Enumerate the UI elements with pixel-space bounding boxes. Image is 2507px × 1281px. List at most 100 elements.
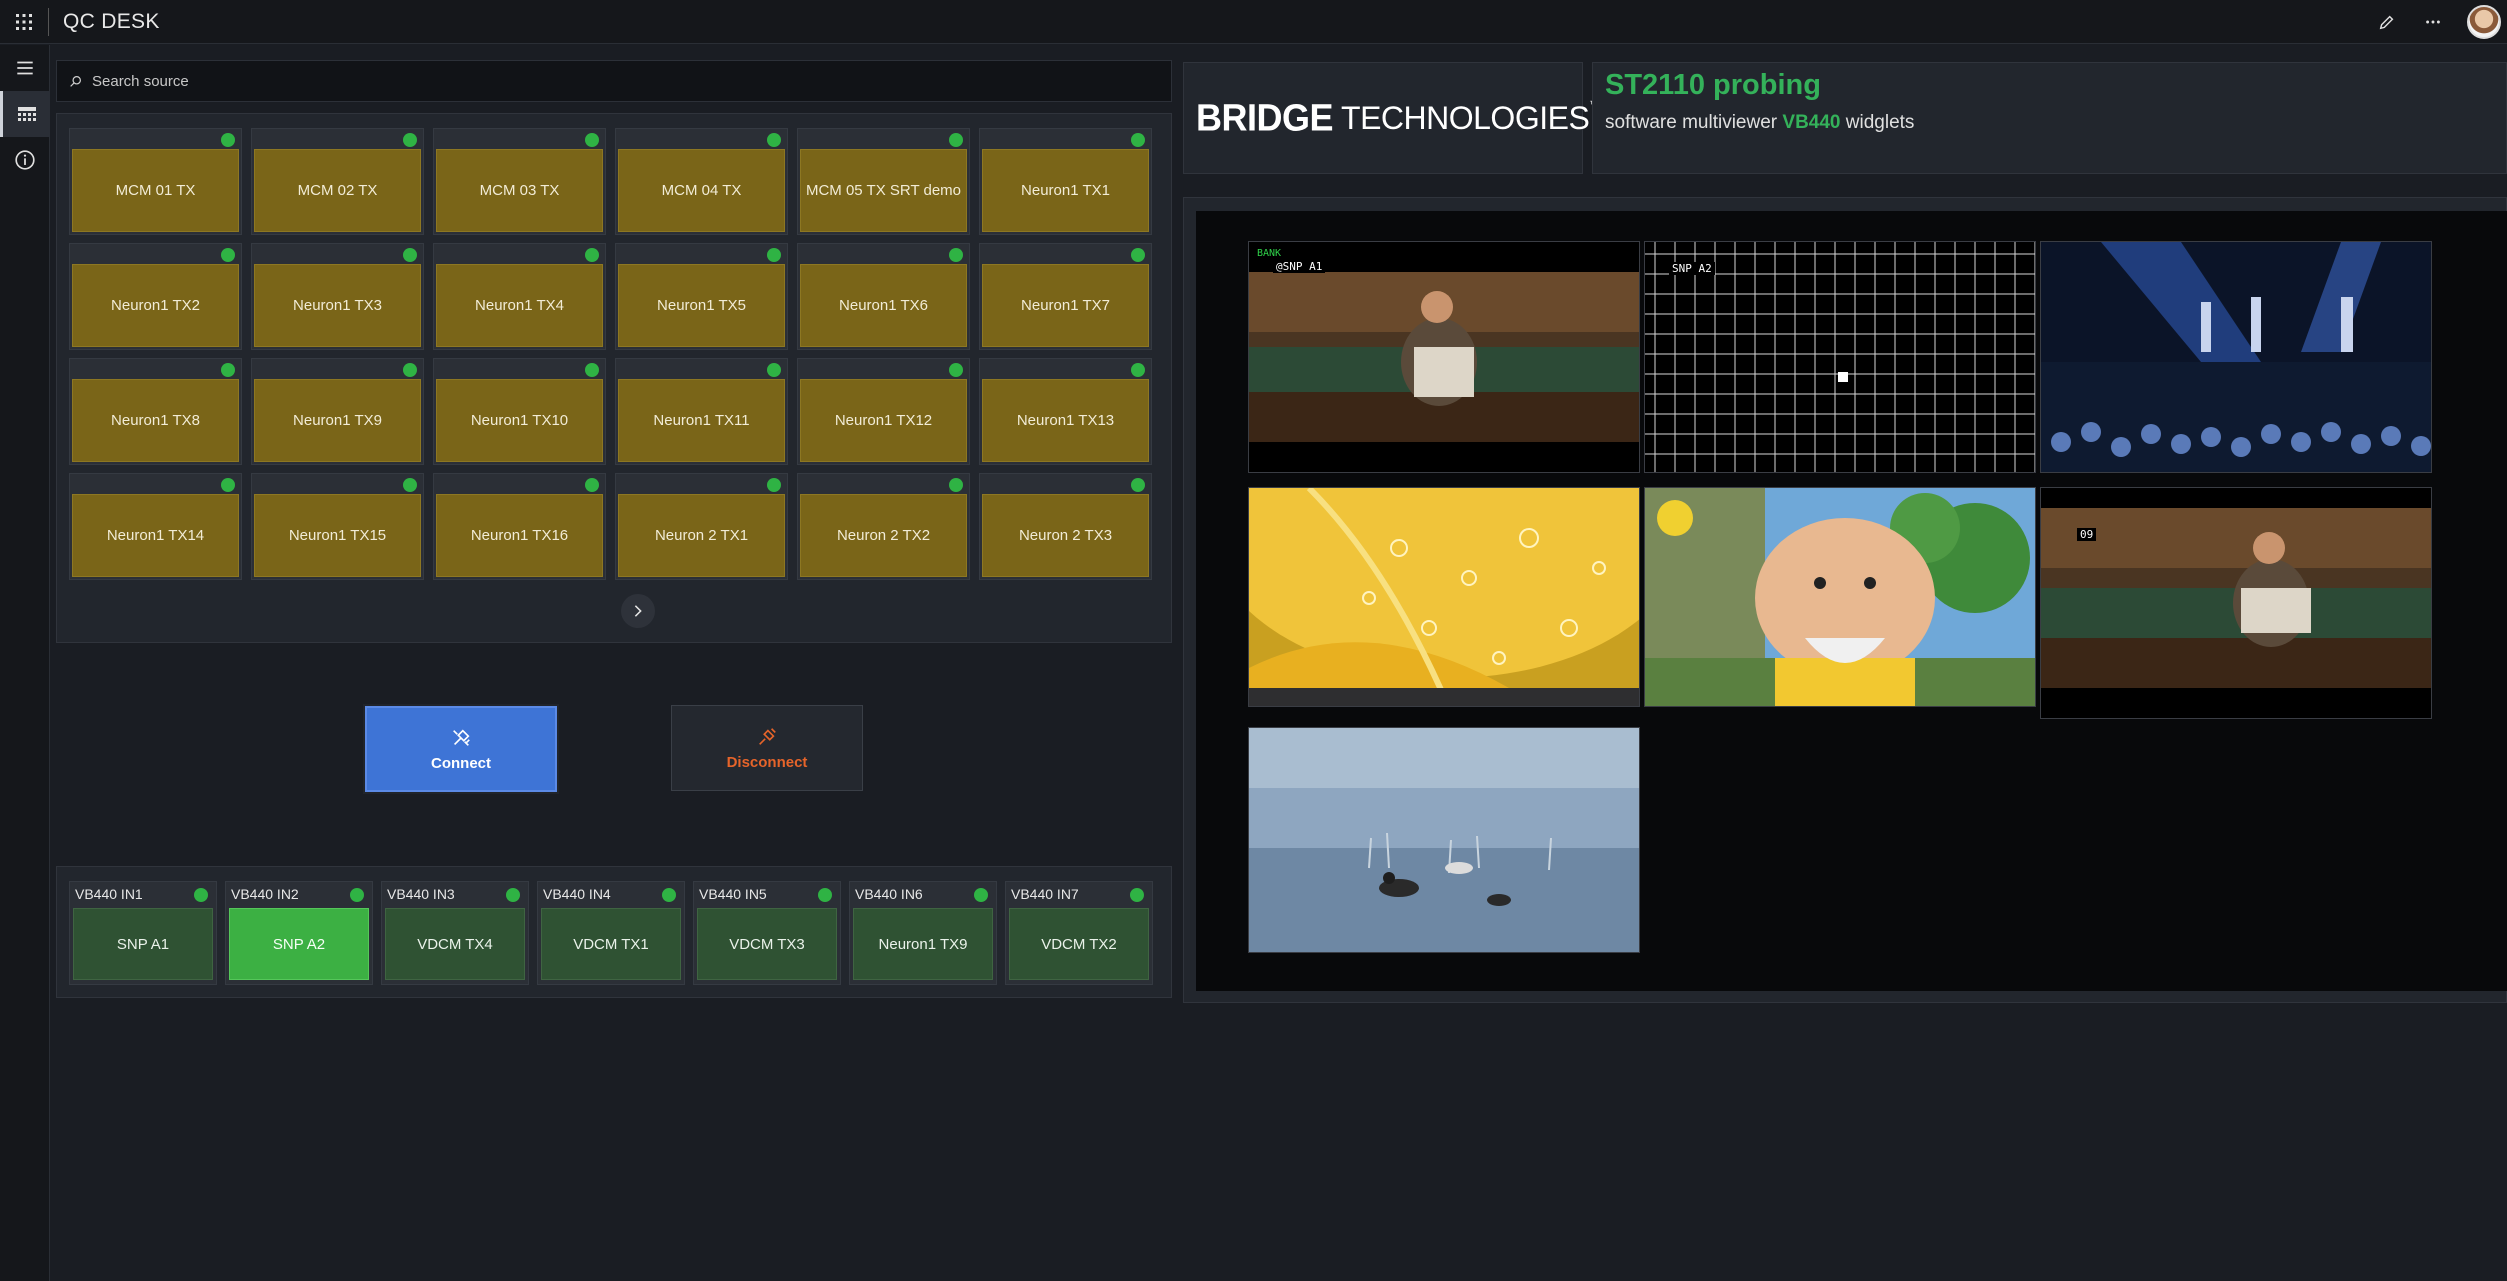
source-tile[interactable]: Neuron1 TX16 [433,473,606,580]
connect-button[interactable]: Connect [365,706,557,792]
top-right-actions [2375,0,2507,44]
multiviewer-cell[interactable]: SNP A2 [1644,241,2036,473]
source-tile[interactable]: Neuron1 TX14 [69,473,242,580]
source-tile[interactable]: Neuron1 TX5 [615,243,788,350]
source-label: Neuron 2 TX3 [982,494,1149,577]
source-tile[interactable]: Neuron1 TX1 [979,128,1152,235]
source-tile[interactable]: Neuron1 TX11 [615,358,788,465]
edit-icon[interactable] [2375,10,2399,34]
multiviewer-cell[interactable]: BANK @SNP A1 [1248,241,1640,473]
source-tile[interactable]: Neuron 2 TX1 [615,473,788,580]
user-avatar[interactable] [2467,5,2501,39]
source-label: Neuron1 TX7 [982,264,1149,347]
output-source-label: Neuron1 TX9 [853,908,993,980]
brand-name-bold: BRIDGE [1196,95,1334,139]
source-label: Neuron1 TX15 [254,494,421,577]
output-tile[interactable]: VB440 IN3 VDCM TX4 [381,881,529,985]
next-page-button[interactable] [621,594,655,628]
chevron-right-icon [634,605,642,617]
output-tile[interactable]: VB440 IN4 VDCM TX1 [537,881,685,985]
router-panel-icon[interactable] [0,91,50,137]
left-nav [0,45,50,1281]
output-input-label: VB440 IN7 [1011,886,1079,902]
status-dot [767,133,781,147]
multiviewer-cell[interactable] [1644,487,2036,707]
source-label: MCM 03 TX [436,149,603,232]
source-tile[interactable]: Neuron1 TX7 [979,243,1152,350]
source-tile[interactable]: Neuron1 TX6 [797,243,970,350]
source-tile[interactable]: MCM 03 TX [433,128,606,235]
source-tile[interactable]: Neuron1 TX4 [433,243,606,350]
source-tile[interactable]: Neuron 2 TX3 [979,473,1152,580]
status-dot [949,363,963,377]
source-tile[interactable]: Neuron 2 TX2 [797,473,970,580]
search-input[interactable] [92,72,992,90]
info-subtitle: software multiviewer VB440 widglets [1605,112,2494,134]
connect-label: Connect [431,754,491,772]
output-tile[interactable]: VB440 IN1 SNP A1 [69,881,217,985]
status-dot [974,888,988,902]
status-dot [221,133,235,147]
menu-icon[interactable] [0,45,50,91]
source-label: Neuron 2 TX1 [618,494,785,577]
status-dot [818,888,832,902]
source-label: Neuron1 TX3 [254,264,421,347]
info-title: ST2110 probing [1605,69,1821,101]
output-input-label: VB440 IN1 [75,886,143,902]
output-tile[interactable]: VB440 IN5 VDCM TX3 [693,881,841,985]
output-tile[interactable]: VB440 IN6 Neuron1 TX9 [849,881,997,985]
disconnect-button[interactable]: Disconnect [671,705,863,791]
source-tile[interactable]: Neuron1 TX10 [433,358,606,465]
app-launcher-icon[interactable] [0,0,48,44]
status-dot [585,363,599,377]
multiviewer-cell[interactable] [1248,727,1640,953]
source-tile[interactable]: Neuron1 TX2 [69,243,242,350]
source-label: Neuron1 TX13 [982,379,1149,462]
source-tile[interactable]: MCM 01 TX [69,128,242,235]
source-label: Neuron1 TX4 [436,264,603,347]
source-tile[interactable]: Neuron1 TX15 [251,473,424,580]
source-tile[interactable]: Neuron1 TX9 [251,358,424,465]
status-dot [767,363,781,377]
source-label: MCM 02 TX [254,149,421,232]
source-tile[interactable]: Neuron1 TX12 [797,358,970,465]
status-dot [403,133,417,147]
multiviewer-cell[interactable] [2040,241,2432,473]
video-thumbnail-man-reading [1249,242,1639,472]
source-tile[interactable]: Neuron1 TX13 [979,358,1152,465]
source-label: Neuron1 TX6 [800,264,967,347]
status-dot [585,133,599,147]
source-tile[interactable]: Neuron1 TX8 [69,358,242,465]
source-tile[interactable]: MCM 04 TX [615,128,788,235]
status-dot [506,888,520,902]
multiviewer-cell[interactable] [1248,487,1640,707]
status-dot [767,478,781,492]
output-tile-selected[interactable]: VB440 IN2 SNP A2 [225,881,373,985]
status-dot [221,248,235,262]
output-tile[interactable]: VB440 IN7 VDCM TX2 [1005,881,1153,985]
more-icon[interactable] [2421,10,2445,34]
output-source-label: SNP A1 [73,908,213,980]
output-input-label: VB440 IN3 [387,886,455,902]
multiviewer-panel: BANK @SNP A1 SNP A2 09 [1183,197,2507,1003]
status-dot [221,363,235,377]
status-dot [1131,248,1145,262]
source-tile[interactable]: MCM 05 TX SRT demo [797,128,970,235]
status-dot [194,888,208,902]
info-icon[interactable] [0,137,50,183]
output-input-label: VB440 IN6 [855,886,923,902]
output-input-label: VB440 IN5 [699,886,767,902]
source-label: MCM 05 TX SRT demo [800,149,967,232]
source-label: Neuron1 TX14 [72,494,239,577]
status-dot [767,248,781,262]
brand-name-light: TECHNOLOGIES [1341,99,1590,136]
status-dot [403,478,417,492]
source-tile[interactable]: MCM 02 TX [251,128,424,235]
status-dot [221,478,235,492]
status-dot [585,248,599,262]
status-dot [949,248,963,262]
source-label: Neuron1 TX12 [800,379,967,462]
info-sub-pre: software multiviewer [1605,112,1783,133]
source-tile[interactable]: Neuron1 TX3 [251,243,424,350]
multiviewer-cell[interactable]: 09 [2040,487,2432,719]
